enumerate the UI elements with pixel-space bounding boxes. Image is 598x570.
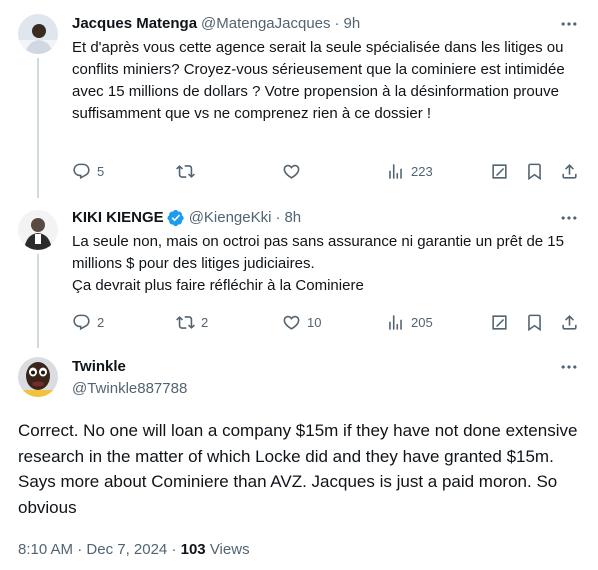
main-tweet-text: Correct. No one will loan a company $15m… xyxy=(18,421,578,517)
tweet-header: KIKI KIENGE @KiengeKki · 8h xyxy=(72,208,301,228)
tweet-text: Et d'après vous cette agence serait la s… xyxy=(72,39,565,122)
views-button[interactable]: 205 xyxy=(386,311,433,333)
timestamp[interactable]: 9h xyxy=(344,14,361,34)
share-button[interactable] xyxy=(560,160,579,182)
tweet-meta: 8:10 AM · Dec 7, 2024 · 103 Views xyxy=(18,540,250,560)
like-icon xyxy=(282,162,301,181)
views-button[interactable]: 223 xyxy=(386,160,433,182)
tweet-time[interactable]: 8:10 AM xyxy=(18,541,73,558)
reply-button[interactable]: 2 xyxy=(72,311,104,333)
share-icon xyxy=(560,162,579,181)
more-icon[interactable] xyxy=(558,357,580,377)
reply-tweet-2[interactable]: KIKI KIENGE @KiengeKki · 8h La seule non… xyxy=(0,200,598,348)
action-bar: 5 223 xyxy=(72,160,580,182)
grok-button[interactable] xyxy=(490,160,509,182)
tweet-header: Jacques Matenga @MatengaJacques · 9h xyxy=(72,14,360,34)
bookmark-button[interactable] xyxy=(525,160,544,182)
share-icon xyxy=(560,313,579,332)
separator-dot: · xyxy=(77,541,83,558)
grok-icon xyxy=(490,162,509,181)
user-handle[interactable]: @Twinkle887788 xyxy=(72,379,187,399)
separator-dot: · xyxy=(171,541,177,558)
reply-icon xyxy=(72,313,91,332)
user-handle[interactable]: @KiengeKki xyxy=(189,208,272,228)
reply-count: 5 xyxy=(97,163,105,179)
retweet-icon xyxy=(176,313,195,332)
avatar[interactable] xyxy=(18,14,58,54)
thread-line xyxy=(37,254,39,348)
verified-icon xyxy=(167,209,184,227)
separator-dot: · xyxy=(334,15,340,32)
avatar[interactable] xyxy=(18,210,58,250)
grok-icon xyxy=(490,313,509,332)
retweet-button[interactable]: 2 xyxy=(176,311,208,333)
reply-tweet-1[interactable]: Jacques Matenga @MatengaJacques · 9h Et … xyxy=(0,0,598,200)
retweet-icon xyxy=(176,162,195,181)
reply-button[interactable]: 5 xyxy=(72,160,104,182)
tweet-text: La seule non, mais on octroi pas sans as… xyxy=(72,233,564,294)
bookmark-button[interactable] xyxy=(525,311,544,333)
bookmark-icon xyxy=(525,162,544,181)
action-bar: 2 2 10 205 xyxy=(72,311,580,333)
display-name[interactable]: KIKI KIENGE xyxy=(72,208,164,228)
views-label: Views xyxy=(209,541,250,558)
like-icon xyxy=(282,313,301,332)
display-name[interactable]: Twinkle xyxy=(72,357,126,377)
reply-count: 2 xyxy=(97,314,105,330)
display-name[interactable]: Jacques Matenga xyxy=(72,14,197,34)
retweet-count: 2 xyxy=(201,314,209,330)
more-icon[interactable] xyxy=(558,14,580,34)
views-count: 223 xyxy=(411,163,433,179)
avatar[interactable] xyxy=(18,357,58,397)
grok-button[interactable] xyxy=(490,311,509,333)
more-icon[interactable] xyxy=(558,208,580,228)
share-button[interactable] xyxy=(560,311,579,333)
user-handle[interactable]: @MatengaJacques xyxy=(201,14,330,34)
views-count: 205 xyxy=(411,314,433,330)
like-button[interactable]: 10 xyxy=(282,311,321,333)
separator-dot: · xyxy=(275,209,281,226)
timestamp[interactable]: 8h xyxy=(284,208,301,228)
reply-icon xyxy=(72,162,91,181)
views-icon xyxy=(386,313,405,332)
like-button[interactable] xyxy=(282,160,307,182)
views-count[interactable]: 103 xyxy=(181,541,206,558)
like-count: 10 xyxy=(307,314,322,330)
tweet-date[interactable]: Dec 7, 2024 xyxy=(86,541,167,558)
bookmark-icon xyxy=(525,313,544,332)
retweet-button[interactable] xyxy=(176,160,201,182)
views-icon xyxy=(386,162,405,181)
thread-line xyxy=(37,58,39,198)
